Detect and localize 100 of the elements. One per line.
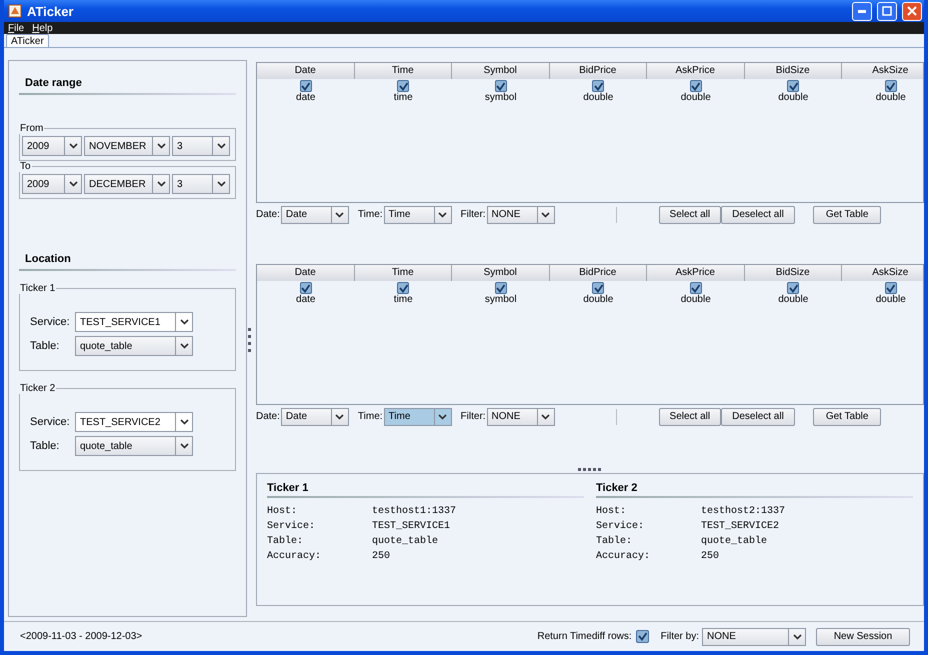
check-icon: [691, 82, 700, 90]
check-icon: [638, 632, 647, 641]
column-type: double: [876, 92, 906, 103]
button[interactable]: Get Table: [812, 206, 882, 224]
day-dropdown[interactable]: 3: [172, 174, 230, 194]
menu-item[interactable]: Help: [32, 22, 53, 34]
chevron-icon: [541, 414, 550, 420]
dropdown[interactable]: NONE: [486, 408, 555, 426]
table-dropdown[interactable]: quote_table: [75, 436, 193, 456]
button[interactable]: Select all: [658, 206, 722, 224]
dropdown[interactable]: Time: [384, 408, 452, 426]
chevron-icon: [541, 212, 550, 218]
column-type: date: [296, 92, 316, 103]
checkbox[interactable]: [494, 282, 507, 294]
checkbox[interactable]: [787, 80, 800, 92]
info-value: 250: [701, 550, 720, 564]
year-dropdown[interactable]: 2009: [22, 174, 82, 194]
month-dropdown[interactable]: NOVEMBER: [84, 136, 170, 156]
checkbox[interactable]: [300, 80, 312, 92]
column-header[interactable]: AskSize: [842, 265, 923, 281]
column-type: double: [583, 92, 614, 103]
check-icon: [886, 284, 896, 292]
checkbox[interactable]: [636, 630, 649, 643]
chevron-icon: [438, 212, 448, 218]
year-dropdown[interactable]: 2009: [22, 136, 82, 156]
field-label: Table:: [30, 340, 60, 352]
column-header[interactable]: Symbol: [452, 63, 550, 79]
chevron-icon: [216, 181, 226, 187]
tab[interactable]: ATicker: [6, 34, 49, 47]
menu-item[interactable]: File: [8, 22, 24, 34]
maximize-icon: [882, 6, 892, 16]
chevron-icon: [438, 414, 448, 420]
service-dropdown[interactable]: TEST_SERVICE2: [75, 412, 193, 432]
info-value: quote_table: [372, 534, 438, 549]
column-header[interactable]: Time: [354, 63, 452, 79]
checkbox[interactable]: [592, 282, 604, 294]
chevron-icon: [792, 634, 802, 640]
button[interactable]: Deselect all: [721, 206, 795, 224]
dropdown[interactable]: Time: [384, 206, 452, 224]
close-button[interactable]: [902, 2, 922, 20]
info-label: Service:: [267, 520, 316, 534]
chevron-icon: [180, 343, 188, 349]
check-icon: [886, 82, 896, 90]
chevron-icon: [335, 414, 344, 420]
day-dropdown[interactable]: 3: [172, 136, 230, 156]
service-dropdown[interactable]: TEST_SERVICE1: [75, 312, 193, 332]
table-dropdown[interactable]: quote_table: [75, 336, 193, 356]
chevron-icon: [156, 181, 166, 187]
checkbox[interactable]: [592, 80, 604, 92]
button[interactable]: Get Table: [812, 408, 882, 426]
column-header[interactable]: BidPrice: [550, 63, 647, 79]
filter-dropdown[interactable]: NONE: [702, 628, 806, 646]
field-label: Service:: [30, 316, 70, 328]
column-header[interactable]: BidPrice: [550, 265, 647, 281]
chevron-icon: [216, 143, 226, 149]
column-type: double: [680, 294, 711, 305]
column-header[interactable]: AskPrice: [647, 265, 744, 281]
section-title: Ticker 2: [596, 482, 638, 494]
check-icon: [301, 82, 310, 90]
maximize-button[interactable]: [877, 2, 897, 20]
checkbox[interactable]: [884, 282, 897, 294]
checkbox[interactable]: [884, 80, 897, 92]
splitter-grip-icon: [578, 468, 602, 471]
column-type: double: [680, 92, 711, 103]
info-value: 250: [372, 550, 390, 564]
column-header[interactable]: Date: [257, 265, 354, 281]
minimize-button[interactable]: [852, 2, 872, 20]
column-type: time: [394, 92, 413, 103]
column-type: date: [296, 294, 316, 305]
button[interactable]: Deselect all: [721, 408, 795, 426]
checkbox[interactable]: [397, 282, 410, 294]
button[interactable]: Select all: [658, 408, 722, 426]
new-session-button[interactable]: New Session: [816, 628, 910, 646]
checkbox[interactable]: [300, 282, 312, 294]
dropdown[interactable]: Date: [280, 408, 349, 426]
column-header[interactable]: Date: [257, 63, 354, 79]
field-label: Filter by:: [660, 631, 699, 642]
chevron-icon: [335, 212, 344, 218]
column-header[interactable]: AskSize: [842, 63, 923, 79]
check-icon: [788, 82, 798, 90]
chevron-icon: [180, 443, 188, 449]
dropdown[interactable]: NONE: [486, 206, 555, 224]
column-header[interactable]: AskPrice: [647, 63, 744, 79]
info-value: quote_table: [701, 534, 768, 549]
column-header[interactable]: Time: [354, 265, 452, 281]
check-icon: [788, 284, 798, 292]
checkbox[interactable]: [690, 282, 702, 294]
column-header[interactable]: BidSize: [744, 265, 842, 281]
checkbox[interactable]: [690, 80, 702, 92]
window-title: ATicker: [27, 4, 74, 18]
column-header[interactable]: Symbol: [452, 265, 550, 281]
dropdown[interactable]: Date: [280, 206, 349, 224]
checkbox[interactable]: [787, 282, 800, 294]
field-label: Service:: [30, 416, 70, 428]
checkbox[interactable]: [397, 80, 410, 92]
month-dropdown[interactable]: DECEMBER: [84, 174, 170, 194]
check-icon: [398, 284, 408, 292]
checkbox[interactable]: [494, 80, 507, 92]
splitter-grip-icon: [248, 328, 251, 354]
column-header[interactable]: BidSize: [744, 63, 842, 79]
